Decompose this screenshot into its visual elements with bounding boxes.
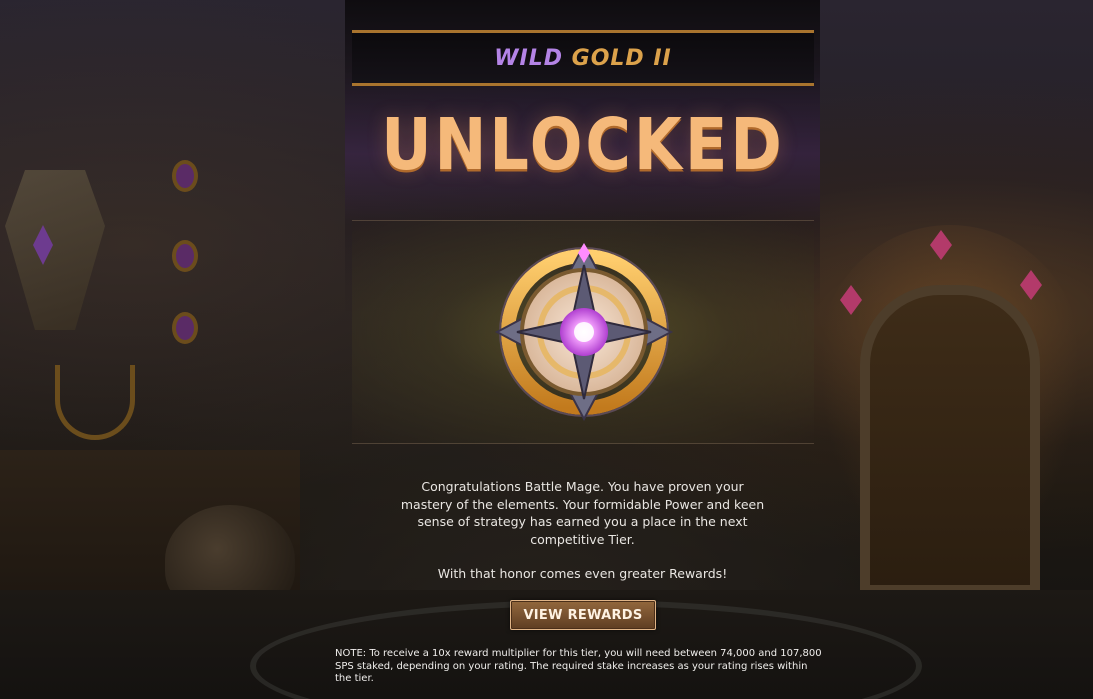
- tier-banner: WILD GOLD II: [352, 30, 814, 86]
- tier-badge-icon: [494, 242, 674, 422]
- congratulations-message: Congratulations Battle Mage. You have pr…: [395, 478, 770, 583]
- tier-name-wild: WILD: [494, 45, 563, 71]
- wall-gem-icon: [172, 312, 198, 344]
- wall-gem-icon: [172, 240, 198, 272]
- wall-gem-icon: [172, 160, 198, 192]
- message-rewards-line: With that honor comes even greater Rewar…: [437, 566, 728, 581]
- unlocked-headline: UNLOCKED: [381, 102, 785, 187]
- tier-title: WILD GOLD II: [494, 46, 671, 71]
- background-door: [860, 285, 1040, 595]
- message-paragraph: Congratulations Battle Mage. You have pr…: [400, 479, 765, 547]
- tier-name-gold: GOLD II: [571, 45, 672, 71]
- stake-note: NOTE: To receive a 10x reward multiplier…: [335, 648, 822, 684]
- view-rewards-button[interactable]: VIEW REWARDS: [510, 600, 656, 630]
